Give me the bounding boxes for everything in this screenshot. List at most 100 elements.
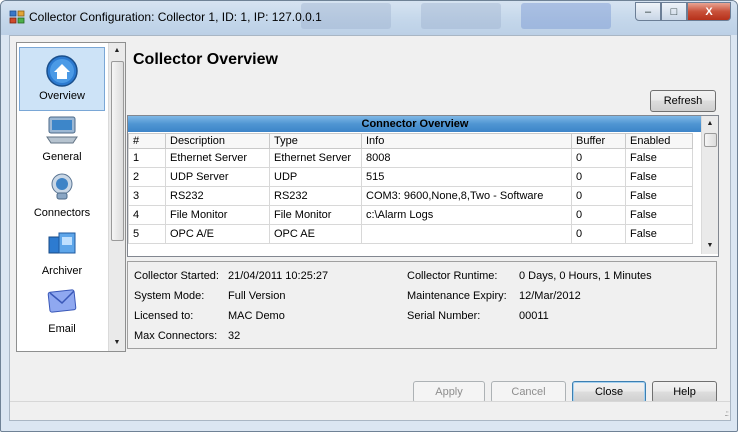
- table-cell: COM3: 9600,None,8,Two - Software: [361, 186, 572, 206]
- app-icon: [9, 10, 25, 24]
- sidebar-item-connectors[interactable]: Connectors: [19, 171, 105, 223]
- table-row[interactable]: 1 Ethernet Server Ethernet Server 8008 0…: [128, 148, 693, 168]
- archiver-icon: [48, 232, 76, 254]
- home-icon: [46, 55, 78, 87]
- max-connectors-label: Max Connectors:: [134, 330, 218, 342]
- column-header[interactable]: Description: [165, 133, 270, 149]
- table-cell: [361, 224, 572, 244]
- refresh-button[interactable]: Refresh: [650, 90, 716, 112]
- table-cell: Ethernet Server: [269, 148, 362, 168]
- connector-grid: Connector Overview # Description Type In…: [127, 115, 719, 257]
- table-cell: File Monitor: [269, 205, 362, 225]
- table-cell: UDP: [269, 167, 362, 187]
- sidebar-scrollbar[interactable]: ▲ ▼: [108, 43, 125, 351]
- minimize-button[interactable]: –: [635, 2, 661, 21]
- page-title: Collector Overview: [133, 51, 278, 68]
- runtime-label: Collector Runtime:: [407, 270, 498, 282]
- table-cell: False: [625, 205, 693, 225]
- table-header-row: # Description Type Info Buffer Enabled: [128, 133, 693, 149]
- status-bar: .::: [10, 401, 730, 420]
- close-window-button[interactable]: X: [687, 2, 731, 21]
- column-header[interactable]: Buffer: [571, 133, 626, 149]
- serial-number-label: Serial Number:: [407, 310, 481, 322]
- table-cell: Ethernet Server: [165, 148, 270, 168]
- table-row[interactable]: 2 UDP Server UDP 515 0 False: [128, 167, 693, 187]
- table-cell: False: [625, 167, 693, 187]
- collector-info-panel: Collector Started: 21/04/2011 10:25:27 S…: [127, 261, 717, 349]
- table-cell: OPC A/E: [165, 224, 270, 244]
- table-cell: 1: [128, 148, 166, 168]
- sidebar-item-general[interactable]: General: [19, 115, 105, 167]
- grid-scrollbar[interactable]: ▲ ▼: [701, 116, 718, 254]
- column-header[interactable]: #: [128, 133, 166, 149]
- help-button[interactable]: Help: [652, 381, 717, 403]
- resize-grip-icon[interactable]: .::: [724, 409, 729, 418]
- table-cell: File Monitor: [165, 205, 270, 225]
- table-cell: RS232: [269, 186, 362, 206]
- table-cell: c:\Alarm Logs: [361, 205, 572, 225]
- scroll-down-icon[interactable]: ▼: [702, 238, 718, 254]
- table-cell: False: [625, 224, 693, 244]
- table-cell: OPC AE: [269, 224, 362, 244]
- sidebar-item-archiver[interactable]: Archiver: [19, 229, 105, 281]
- scroll-thumb[interactable]: [704, 133, 717, 147]
- apply-button[interactable]: Apply: [413, 381, 485, 403]
- sidebar-item-label: Overview: [39, 90, 85, 102]
- table-cell: RS232: [165, 186, 270, 206]
- scroll-thumb[interactable]: [111, 61, 124, 241]
- table-cell: 0: [571, 224, 626, 244]
- table-row[interactable]: 4 File Monitor File Monitor c:\Alarm Log…: [128, 205, 693, 225]
- serial-number-value: 00011: [519, 310, 549, 322]
- column-header[interactable]: Enabled: [625, 133, 693, 149]
- table-row[interactable]: 5 OPC A/E OPC AE 0 False: [128, 224, 693, 244]
- table-cell: 0: [571, 148, 626, 168]
- table-cell: 0: [571, 167, 626, 187]
- sidebar: Overview General Connectors Archiver Ema…: [16, 42, 126, 352]
- system-mode-label: System Mode:: [134, 290, 205, 302]
- background-blur: [421, 3, 501, 29]
- column-header[interactable]: Type: [269, 133, 362, 149]
- close-button[interactable]: Close: [572, 381, 646, 403]
- maintenance-expiry-label: Maintenance Expiry:: [407, 290, 507, 302]
- window-title: Collector Configuration: Collector 1, ID…: [29, 10, 322, 24]
- table-cell: 2: [128, 167, 166, 187]
- email-icon: [47, 289, 77, 313]
- table-cell: False: [625, 148, 693, 168]
- title-bar: Collector Configuration: Collector 1, ID…: [1, 1, 737, 35]
- client-area: Overview General Connectors Archiver Ema…: [9, 35, 731, 421]
- max-connectors-value: 32: [228, 330, 241, 342]
- scroll-up-icon[interactable]: ▲: [702, 116, 718, 132]
- cancel-button[interactable]: Cancel: [491, 381, 566, 403]
- table-row[interactable]: 3 RS232 RS232 COM3: 9600,None,8,Two - So…: [128, 186, 693, 206]
- column-header[interactable]: Info: [361, 133, 572, 149]
- table-cell: 8008: [361, 148, 572, 168]
- sidebar-item-label: General: [42, 151, 82, 163]
- collector-configuration-window: Collector Configuration: Collector 1, ID…: [0, 0, 738, 432]
- sidebar-item-label: Connectors: [33, 207, 91, 219]
- table-cell: False: [625, 186, 693, 206]
- table-cell: 0: [571, 205, 626, 225]
- sidebar-item-label: Archiver: [41, 265, 83, 277]
- collector-started-value: 21/04/2011 10:25:27: [228, 270, 329, 282]
- sidebar-item-label: Email: [48, 323, 76, 335]
- maximize-button[interactable]: □: [661, 2, 687, 21]
- table-cell: 5: [128, 224, 166, 244]
- background-blur: [521, 3, 611, 29]
- sidebar-item-email[interactable]: Email: [19, 287, 105, 339]
- connector-icon: [51, 173, 73, 200]
- licensed-to-label: Licensed to:: [134, 310, 194, 322]
- licensed-to-value: MAC Demo: [228, 310, 285, 322]
- collector-started-label: Collector Started:: [134, 270, 219, 282]
- scroll-down-icon[interactable]: ▼: [109, 335, 125, 351]
- table-cell: 3: [128, 186, 166, 206]
- runtime-value: 0 Days, 0 Hours, 1 Minutes: [519, 270, 652, 282]
- maintenance-expiry-value: 12/Mar/2012: [519, 290, 581, 302]
- grid-title: Connector Overview: [128, 116, 702, 132]
- sidebar-item-overview[interactable]: Overview: [19, 47, 105, 111]
- table-cell: UDP Server: [165, 167, 270, 187]
- table-cell: 4: [128, 205, 166, 225]
- scroll-up-icon[interactable]: ▲: [109, 43, 125, 59]
- table-cell: 515: [361, 167, 572, 187]
- system-mode-value: Full Version: [228, 290, 286, 302]
- connector-table: # Description Type Info Buffer Enabled 1…: [128, 133, 693, 244]
